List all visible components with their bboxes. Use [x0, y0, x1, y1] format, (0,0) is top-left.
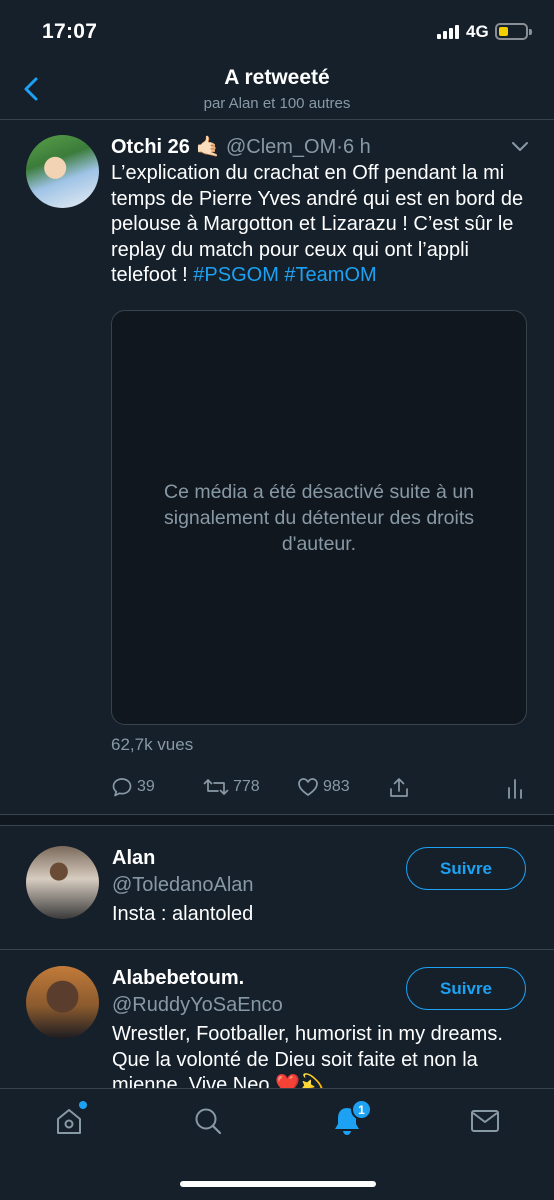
home-indicator [180, 1181, 376, 1187]
analytics-icon [505, 776, 525, 800]
disabled-media-card: Ce média a été désactivé suite à un sign… [111, 310, 527, 725]
signal-icon [437, 25, 459, 39]
messages-icon [469, 1107, 501, 1140]
hashtag-link[interactable]: #PSGOM [193, 264, 279, 286]
nav-header: A retweeté par Alan et 100 autres [0, 64, 554, 120]
caret-down-icon[interactable] [510, 139, 530, 153]
user-handle: @ToledanoAlan [112, 874, 254, 896]
page-title: A retweeté [224, 66, 330, 89]
user-avatar[interactable] [26, 966, 99, 1039]
tweet-header: Otchi 26 🤙🏻 @Clem_OM·6 h [111, 134, 371, 159]
tweet-author-avatar[interactable] [26, 135, 99, 208]
reply-icon [111, 776, 133, 798]
view-count: 62,7k vues [111, 735, 194, 754]
tweet-author-emoji: 🤙🏻 [195, 136, 221, 158]
user-handle: @RuddyYoSaEnco [112, 994, 283, 1016]
like-count: 983 [323, 778, 350, 795]
tweet[interactable]: Otchi 26 🤙🏻 @Clem_OM·6 h L’explication d… [0, 121, 554, 814]
user-avatar[interactable] [26, 846, 99, 919]
network-type: 4G [466, 22, 489, 41]
retweet-button[interactable]: 778 [203, 776, 260, 798]
follow-button[interactable]: Suivre [406, 967, 526, 1010]
hashtag-link[interactable]: #TeamOM [284, 264, 376, 286]
battery-icon [495, 23, 532, 40]
status-bar: 17:07 4G [0, 0, 554, 64]
tweet-text: L’explication du crachat en Off pendant … [111, 161, 531, 289]
tweet-time: 6 h [342, 136, 371, 158]
analytics-button[interactable] [505, 776, 525, 800]
status-time: 17:07 [42, 20, 98, 43]
retweet-count: 778 [233, 778, 260, 795]
notifications-badge: 1 [351, 1099, 372, 1120]
page-subtitle: par Alan et 100 autres [203, 95, 351, 112]
home-new-dot [79, 1101, 87, 1109]
section-separator [0, 814, 554, 826]
user-bio: Insta : alantoled [112, 903, 254, 925]
share-icon [387, 776, 411, 800]
tweet-meta-separator: · [336, 136, 343, 158]
tab-notifications[interactable]: 1 [327, 1099, 372, 1143]
user-name: Alabebetoum. [112, 967, 245, 989]
media-disabled-message: Ce média a été désactivé suite à un sign… [163, 480, 475, 555]
user-name: Alan [112, 847, 156, 869]
follow-button[interactable]: Suivre [406, 847, 526, 890]
tweet-author-name[interactable]: Otchi 26 [111, 136, 190, 158]
tab-home[interactable] [49, 1101, 89, 1143]
home-icon [52, 1104, 86, 1143]
share-button[interactable] [387, 776, 411, 800]
like-button[interactable]: 983 [297, 776, 350, 798]
tweet-author-handle[interactable]: @Clem_OM [226, 136, 336, 158]
tab-search[interactable] [188, 1103, 228, 1143]
search-icon [192, 1105, 224, 1142]
user-row[interactable]: Alabebetoum. @RuddyYoSaEnco Wrestler, Fo… [0, 950, 554, 1096]
user-row[interactable]: Alan @ToledanoAlan Insta : alantoled Sui… [0, 826, 554, 949]
tweet-actions: 39 778 983 [111, 776, 529, 802]
like-icon [297, 776, 319, 798]
retweet-icon [203, 776, 229, 798]
tab-messages[interactable] [465, 1103, 505, 1143]
reply-count: 39 [137, 778, 155, 795]
reply-button[interactable]: 39 [111, 776, 155, 798]
